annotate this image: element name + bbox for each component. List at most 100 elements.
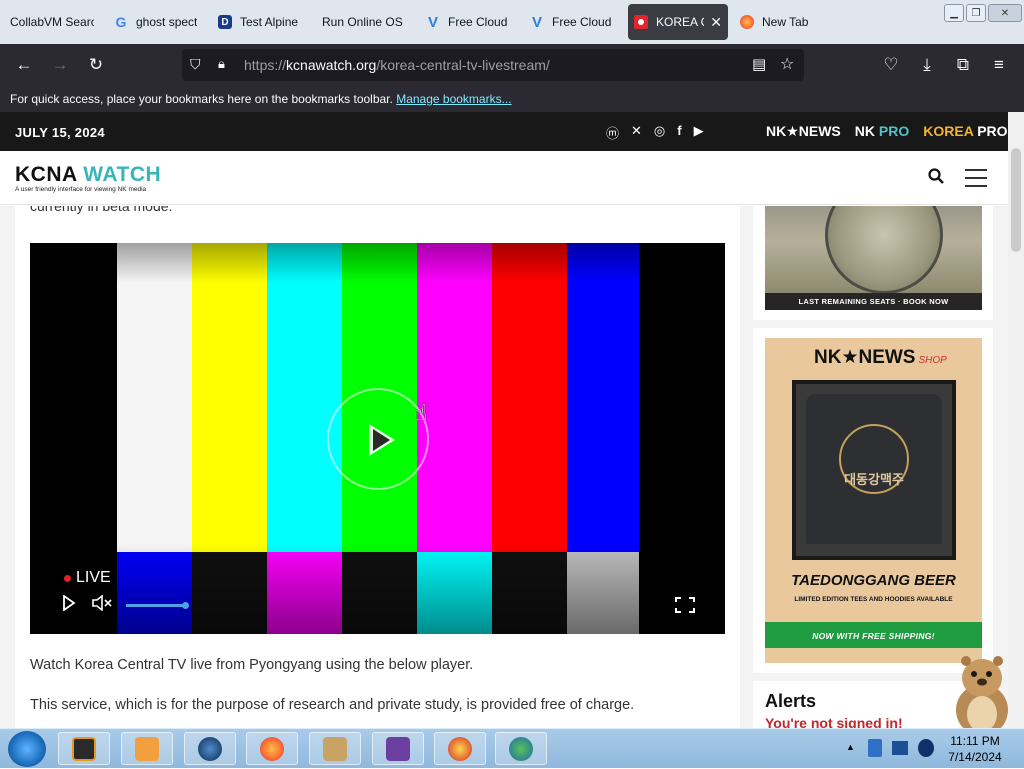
mastodon-icon[interactable]: ⓜ xyxy=(606,123,619,142)
taskbar-virtualbox[interactable] xyxy=(309,732,361,765)
site-tagline: A user friendly interface for viewing NK… xyxy=(15,186,147,193)
tab-title: New Tab xyxy=(762,15,809,29)
search-icon[interactable] xyxy=(928,168,944,189)
taskbar-firefox[interactable] xyxy=(246,732,298,765)
tab-new-tab[interactable]: New Tab xyxy=(740,4,820,40)
close-window-button[interactable]: ✕ xyxy=(988,4,1022,22)
reload-icon[interactable]: ↻ xyxy=(85,54,107,76)
logo-accent: WATCH xyxy=(83,163,162,186)
v-icon: V xyxy=(531,13,542,31)
test-bar-top xyxy=(417,243,492,552)
manage-bookmarks-link[interactable]: Manage bookmarks... xyxy=(396,92,511,106)
instagram-icon[interactable]: ◎ xyxy=(654,123,665,142)
lock-icon[interactable]: 🔒︎ xyxy=(218,56,225,72)
maximize-button[interactable]: ❐ xyxy=(966,4,986,22)
show-hidden-icons-icon[interactable]: ▲ xyxy=(846,742,855,752)
facebook-icon[interactable]: f xyxy=(677,123,681,142)
minimize-button[interactable]: ▁ xyxy=(944,4,964,22)
back-arrow-icon[interactable]: ← xyxy=(13,54,35,76)
bookmarks-toolbar: For quick access, place your bookmarks h… xyxy=(0,86,1024,112)
test-bar-top xyxy=(492,243,567,552)
tab-collabvm[interactable]: CollabVM Search xyxy=(10,4,94,40)
x-icon[interactable]: ✕ xyxy=(631,123,642,142)
site-logo[interactable]: KCNA WATCH xyxy=(15,163,161,187)
scrollbar-thumb[interactable] xyxy=(1011,148,1021,252)
shield-icon[interactable]: ⛉ xyxy=(190,56,201,73)
nkpro-link[interactable]: NK PRO xyxy=(855,123,909,140)
social-links: ⓜ ✕ ◎ f ▶ xyxy=(606,123,704,142)
volume-slider[interactable] xyxy=(126,602,189,609)
visual-studio-icon xyxy=(386,736,410,761)
tab-korea-active[interactable]: KOREA C ✕ xyxy=(628,4,728,40)
forward-arrow-icon[interactable]: → xyxy=(49,54,71,76)
tab-title: KOREA C xyxy=(656,15,705,29)
firefox-icon xyxy=(740,15,754,29)
test-bar-top xyxy=(267,243,342,552)
media-player-icon xyxy=(135,736,159,761)
url-text[interactable]: https://kcnawatch.org/korea-central-tv-l… xyxy=(244,57,550,73)
player-bottom-shade xyxy=(30,543,725,634)
taskbar-media-player[interactable] xyxy=(121,732,173,765)
taskbar-visual-studio[interactable] xyxy=(372,732,424,765)
tray-app-icon[interactable] xyxy=(868,739,882,757)
url-bar[interactable]: ⛉ 🔒︎ https://kcnawatch.org/korea-central… xyxy=(182,49,804,81)
bookmarks-hint: For quick access, place your bookmarks h… xyxy=(10,92,393,106)
clock-time: 11:11 PM xyxy=(950,734,1000,748)
shop-label: SHOP xyxy=(918,355,947,366)
system-clock[interactable]: 11:11 PM 7/14/2024 xyxy=(940,733,1010,765)
nkpro-a: NK xyxy=(854,123,876,139)
alerts-title: Alerts xyxy=(765,691,817,711)
shop-ad[interactable]: NK★NEWS SHOP 대동강맥주 TAEDONGGANG BEER LIMIT… xyxy=(753,328,993,673)
taskbar-media-center[interactable] xyxy=(58,732,110,765)
fullscreen-icon[interactable] xyxy=(675,597,695,618)
nkpro-b: PRO xyxy=(878,123,910,139)
menu-icon[interactable]: ≡ xyxy=(988,54,1010,76)
shop-name: NK★NEWS xyxy=(814,347,916,368)
mute-icon[interactable] xyxy=(92,594,114,616)
bookmark-star-icon[interactable]: ☆ xyxy=(780,54,794,74)
tab-google[interactable]: G ghost spect xyxy=(114,4,206,40)
nknews-link[interactable]: NK★NEWS xyxy=(766,123,841,140)
test-bar-top xyxy=(567,243,639,552)
extensions-icon[interactable]: ⧉ xyxy=(952,54,974,76)
page-scrollbar[interactable] xyxy=(1008,112,1024,728)
firefox-icon xyxy=(260,736,284,761)
hamster-mascot-icon xyxy=(956,656,1008,736)
start-button[interactable] xyxy=(8,731,46,767)
tab-run-online-os[interactable]: Run Online OS xyxy=(322,4,406,40)
koreapro-link[interactable]: KOREA PRO xyxy=(923,123,1007,140)
article-paragraph-2: This service, which is for the purpose o… xyxy=(30,697,635,713)
beta-notice: currently in beta mode. xyxy=(30,206,173,214)
tab-free-cloud-2[interactable]: V Free Cloud xyxy=(530,4,622,40)
limited-edition-text: LIMITED EDITION TEES AND HOODIES AVAILAB… xyxy=(794,596,953,603)
tour-ad[interactable]: LAST REMAINING SEATS · BOOK NOW xyxy=(753,206,993,320)
tab-title: Run Online OS xyxy=(322,15,403,29)
downloads-icon[interactable]: ⤓ xyxy=(916,54,938,76)
tab-free-cloud-1[interactable]: V Free Cloud xyxy=(426,4,518,40)
youtube-icon[interactable]: ▶ xyxy=(694,123,704,142)
page-content: currently in beta mode. LIVE Watch Korea… xyxy=(0,206,1008,728)
reader-view-icon[interactable]: ▤ xyxy=(752,55,766,73)
taskbar-download-manager[interactable] xyxy=(495,732,547,765)
tab-title: Free Cloud xyxy=(552,15,612,29)
test-bar-top xyxy=(117,243,192,552)
pocket-icon[interactable]: ♡ xyxy=(880,54,902,76)
url-prefix: https:// xyxy=(244,57,287,73)
taskbar-app-globe[interactable] xyxy=(184,732,236,765)
hamburger-menu-icon[interactable] xyxy=(965,169,987,193)
live-indicator: LIVE xyxy=(64,569,111,587)
play-control-icon[interactable] xyxy=(62,594,76,616)
test-bar-top xyxy=(30,243,117,552)
navigation-toolbar: ← → ↻ ⛉ 🔒︎ https://kcnawatch.org/korea-c… xyxy=(0,44,1024,86)
test-bar-top xyxy=(192,243,267,552)
close-tab-icon[interactable]: ✕ xyxy=(710,14,722,31)
network-icon[interactable] xyxy=(892,741,908,755)
logo-main: KCNA xyxy=(15,163,77,186)
site-header: KCNA WATCH A user friendly interface for… xyxy=(0,151,1008,205)
shop-ad-panel: NK★NEWS SHOP 대동강맥주 TAEDONGGANG BEER LIMIT… xyxy=(765,338,982,663)
alerts-signin-text[interactable]: You're not signed in! xyxy=(765,715,903,728)
volume-tray-icon[interactable] xyxy=(918,739,934,757)
video-player[interactable]: LIVE xyxy=(30,243,725,634)
taskbar-app-p[interactable] xyxy=(434,732,486,765)
tab-test-alpine[interactable]: D Test Alpine xyxy=(218,4,308,40)
